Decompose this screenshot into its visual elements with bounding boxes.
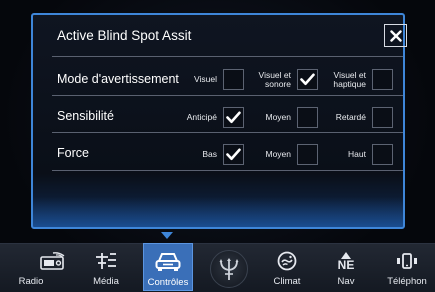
divider	[52, 95, 403, 96]
radio-icon	[40, 252, 65, 270]
checkbox-retarde[interactable]	[372, 107, 393, 128]
option-label-moyen-force: Moyen	[265, 149, 291, 159]
checkbox-bas[interactable]	[223, 144, 244, 165]
home-logo-button[interactable]	[210, 250, 248, 288]
checkmark-icon	[226, 148, 241, 161]
row-label-sensibilite: Sensibilité	[57, 109, 114, 123]
checkmark-icon	[226, 111, 241, 124]
phone-icon	[397, 253, 417, 269]
checkbox-visuel-et-sonore[interactable]	[297, 69, 318, 90]
nav-item-telephone[interactable]: Téléphon	[379, 243, 435, 291]
row-label-mode-avertissement: Mode d'avertissement	[57, 72, 179, 86]
nav-item-controles[interactable]: Contrôles	[143, 243, 193, 291]
option-label-visuel-et-sonore: Visuel et sonore	[259, 71, 291, 89]
nav-item-media[interactable]: Média	[80, 243, 132, 291]
nav-label-climat: Climat	[273, 276, 301, 287]
dialog-glow	[33, 197, 403, 227]
divider	[52, 56, 403, 57]
checkbox-anticipe[interactable]	[223, 107, 244, 128]
divider	[52, 132, 403, 133]
nav-label-radio: Radio	[18, 276, 44, 287]
trident-logo-icon	[219, 258, 239, 280]
active-tab-pointer	[161, 232, 173, 239]
option-label-anticipe: Anticipé	[186, 112, 217, 122]
divider	[52, 170, 403, 171]
settings-dialog: Active Blind Spot Assit Mode d'avertisse…	[31, 13, 407, 229]
close-icon	[389, 29, 402, 42]
screen: Active Blind Spot Assit Mode d'avertisse…	[0, 0, 435, 292]
checkbox-visuel-et-haptique[interactable]	[372, 69, 393, 90]
nav-label-media: Média	[93, 276, 119, 287]
option-label-visuel-et-haptique: Visuel et haptique	[333, 71, 366, 89]
compass-heading: NE	[337, 257, 355, 272]
checkmark-icon	[300, 73, 315, 86]
dialog-title: Active Blind Spot Assit	[57, 28, 192, 43]
option-label-line: haptique	[333, 79, 366, 89]
row-label-force: Force	[57, 146, 89, 160]
option-label-retarde: Retardé	[335, 112, 366, 122]
checkbox-haut[interactable]	[372, 144, 393, 165]
nav-item-nav[interactable]: NE Nav	[320, 243, 372, 291]
media-icon	[96, 253, 116, 269]
nav-label-telephone: Téléphon	[387, 276, 427, 287]
climate-icon	[277, 251, 297, 271]
option-label-haut: Haut	[348, 149, 366, 159]
nav-item-radio[interactable]: Radio	[19, 243, 79, 291]
nav-item-climat[interactable]: Climat	[261, 243, 313, 291]
nav-label-controles: Contrôles	[147, 277, 189, 288]
nav-label-nav: Nav	[337, 276, 355, 287]
checkbox-visuel[interactable]	[223, 69, 244, 90]
option-label-visuel: Visuel	[194, 74, 217, 84]
checkbox-moyen[interactable]	[297, 107, 318, 128]
option-label-bas: Bas	[202, 149, 217, 159]
car-icon	[155, 253, 181, 271]
option-label-line: sonore	[265, 79, 291, 89]
option-label-moyen: Moyen	[265, 112, 291, 122]
close-button[interactable]	[384, 24, 407, 47]
checkbox-moyen-force[interactable]	[297, 144, 318, 165]
